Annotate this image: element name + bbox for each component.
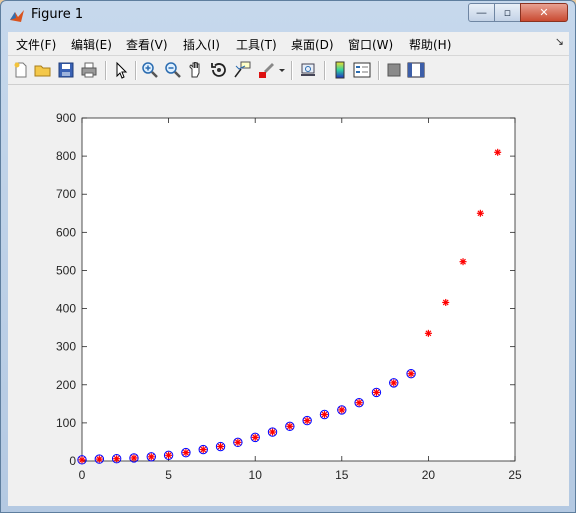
y-tick-label: 900 <box>56 111 76 125</box>
x-tick-label: 25 <box>508 468 522 482</box>
data-point-asterisk <box>390 379 398 387</box>
y-tick-label: 400 <box>56 302 76 316</box>
menu-file[interactable]: 文件(F) <box>16 36 56 53</box>
new-figure-icon[interactable] <box>12 61 30 79</box>
minimize-icon: — <box>476 6 487 19</box>
data-point-asterisk <box>286 422 294 430</box>
y-tick-label: 300 <box>56 340 76 354</box>
brush-dropdown-icon[interactable] <box>277 61 287 79</box>
link-plot-icon[interactable] <box>299 61 317 79</box>
figure-window: Figure 1 — ▫ ✕ 文件(F) 编辑(E) 查看(V) 插入(I) 工… <box>0 0 576 513</box>
close-button[interactable]: ✕ <box>520 3 568 22</box>
maximize-button[interactable]: ▫ <box>494 3 521 22</box>
matlab-logo-icon <box>10 10 24 22</box>
data-point-asterisk <box>147 453 155 461</box>
plot-axes[interactable]: 0 5 10 15 20 25 0 100 200 300 400 500 600 700 800 900 <box>8 85 569 506</box>
data-point-asterisk <box>113 455 121 463</box>
legend-icon[interactable] <box>353 61 371 79</box>
data-point-asterisk <box>355 399 363 407</box>
close-icon: ✕ <box>539 6 549 19</box>
menu-window[interactable]: 窗口(W) <box>348 36 393 53</box>
figure-toolbar <box>8 56 569 85</box>
x-tick-label: 15 <box>335 468 349 482</box>
data-point-asterisk <box>95 455 103 463</box>
data-point-asterisk <box>442 298 450 306</box>
window-title: Figure 1 <box>31 7 84 22</box>
print-icon[interactable] <box>80 61 98 79</box>
y-tick-label: 800 <box>56 149 76 163</box>
y-tick-label: 600 <box>56 225 76 239</box>
pan-hand-icon[interactable] <box>187 61 205 79</box>
axes-box <box>81 117 516 462</box>
save-icon[interactable] <box>57 61 75 79</box>
menu-desktop[interactable]: 桌面(D) <box>291 36 334 53</box>
data-point-asterisk <box>459 258 467 266</box>
rotate-3d-icon[interactable] <box>210 61 228 79</box>
title-bar[interactable]: Figure 1 — ▫ ✕ <box>1 1 575 31</box>
data-point-asterisk <box>234 438 242 446</box>
toolbar-separator <box>291 61 293 80</box>
data-point-asterisk <box>476 209 484 217</box>
x-tick-label: 20 <box>422 468 436 482</box>
toolbar-separator <box>324 61 326 80</box>
data-point-asterisk <box>303 417 311 425</box>
data-point-asterisk <box>199 446 207 454</box>
y-tick-label: 200 <box>56 378 76 392</box>
data-point-asterisk <box>217 443 225 451</box>
colorbar-icon[interactable] <box>331 61 349 79</box>
data-point-asterisk <box>165 451 173 459</box>
x-tick-label: 10 <box>249 468 263 482</box>
minimize-button[interactable]: — <box>468 3 495 22</box>
y-tick-label: 700 <box>56 187 76 201</box>
x-tick-label: 5 <box>165 468 172 482</box>
hide-plot-tools-icon[interactable] <box>385 61 403 79</box>
data-point-asterisk <box>78 456 86 464</box>
data-cursor-icon[interactable] <box>233 61 251 79</box>
figure-canvas[interactable]: 0 5 10 15 20 25 0 100 200 300 400 500 600 700 800 900 <box>8 85 569 506</box>
menu-tools[interactable]: 工具(T) <box>236 36 277 53</box>
y-tick-label: 0 <box>69 454 76 468</box>
show-plot-tools-icon[interactable] <box>407 61 425 79</box>
open-file-icon[interactable] <box>34 61 52 79</box>
menu-view[interactable]: 查看(V) <box>126 36 168 53</box>
y-tick-label: 100 <box>56 416 76 430</box>
menu-insert[interactable]: 插入(I) <box>183 36 220 53</box>
data-point-asterisk <box>372 388 380 396</box>
data-point-asterisk <box>182 449 190 457</box>
data-point-asterisk <box>338 406 346 414</box>
zoom-in-icon[interactable] <box>141 61 159 79</box>
menu-bar: 文件(F) 编辑(E) 查看(V) 插入(I) 工具(T) 桌面(D) 窗口(W… <box>8 32 569 56</box>
x-tick-label: 0 <box>79 468 86 482</box>
maximize-icon: ▫ <box>503 6 512 19</box>
brush-icon[interactable] <box>257 61 275 79</box>
menu-help[interactable]: 帮助(H) <box>409 36 451 53</box>
edit-plot-arrow-icon[interactable] <box>112 61 130 79</box>
toolbar-separator <box>378 61 380 80</box>
data-point-asterisk <box>494 148 502 156</box>
data-point-asterisk <box>320 411 328 419</box>
data-point-asterisk <box>269 428 277 436</box>
y-tick-label: 500 <box>56 263 76 277</box>
zoom-out-icon[interactable] <box>164 61 182 79</box>
data-point-asterisk <box>424 329 432 337</box>
data-point-asterisk <box>251 433 259 441</box>
toolbar-separator <box>135 61 137 80</box>
toolbar-separator <box>105 61 107 80</box>
data-point-asterisk <box>407 370 415 378</box>
menu-edit[interactable]: 编辑(E) <box>71 36 112 53</box>
data-point-asterisk <box>130 454 138 462</box>
menu-overflow-icon[interactable]: ↘ <box>555 35 564 48</box>
